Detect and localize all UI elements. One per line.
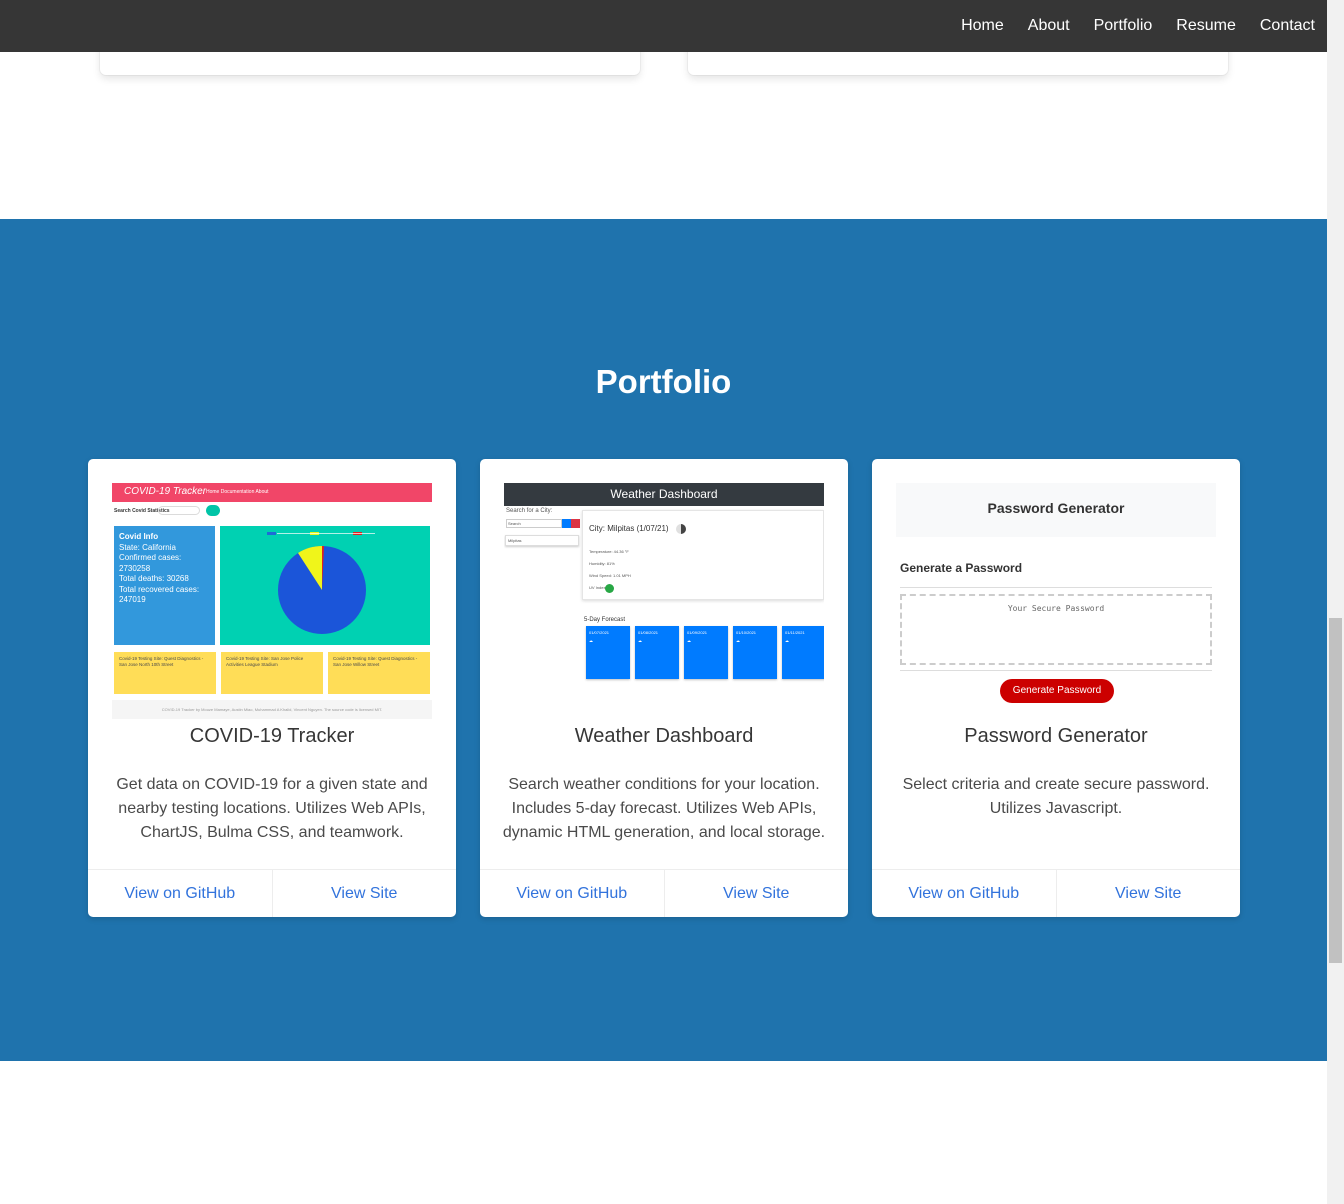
forecast-date: 01/10/2021 — [736, 630, 757, 635]
weather-thumbnail: Weather Dashboard Search for a City: Sea… — [504, 483, 824, 719]
nav-links: Home About Portfolio Resume Contact — [949, 0, 1327, 52]
weather-thumb-search-icon — [562, 519, 571, 528]
view-github-link[interactable]: View on GitHub — [480, 870, 664, 917]
weather-thumb-uv-badge — [605, 584, 614, 593]
cloud-icon: ☁ — [589, 638, 593, 643]
project-title: COVID-19 Tracker — [189, 725, 355, 747]
divider — [900, 670, 1212, 671]
weather-thumb-detail: Temperature: 44.36 °F — [589, 549, 629, 554]
view-site-link[interactable]: View Site — [663, 870, 849, 917]
covid-thumb-navbar: COVID-19 Tracker Home Documentation Abou… — [112, 483, 432, 502]
covid-thumb-footer: COVID-19 Tracker by Mouze Mamaye, Austin… — [112, 700, 432, 719]
page-scrollbar[interactable] — [1327, 0, 1344, 1204]
weather-thumb-current: City: Milpitas (1/07/21) Temperature: 44… — [582, 510, 824, 600]
covid-thumb-site-text: Covid-19 Testing Site: Quest Diagnostics… — [333, 656, 418, 667]
card-footer: View on GitHub View Site — [872, 869, 1240, 917]
covid-thumb-brand: COVID-19 Tracker — [124, 486, 207, 497]
password-thumb-header: Password Generator — [896, 483, 1216, 537]
covid-thumb-site-text: Covid-19 Testing Site: Quest Diagnostics… — [119, 656, 204, 667]
divider — [900, 587, 1212, 588]
covid-thumb-info-line: 2730258 — [119, 563, 151, 573]
covid-thumb-info-line: State: California — [119, 542, 176, 552]
password-thumb-subheader: Generate a Password — [900, 561, 1023, 575]
covid-thumb-input — [158, 506, 200, 515]
cloud-icon: ☁ — [785, 638, 789, 643]
weather-thumb-detail: UV Index: — [589, 585, 607, 590]
weather-thumb-cloud-icon — [676, 524, 686, 534]
password-thumbnail: Password Generator Generate a Password Y… — [896, 483, 1216, 719]
weather-thumb-detail: Wind Speed: 1.01 MPH — [589, 573, 631, 578]
portfolio-section: Portfolio COVID-19 Tracker Home Document… — [0, 219, 1327, 1061]
covid-thumb-info-title: Covid Info — [119, 532, 159, 541]
covid-thumb-site-card: Covid-19 Testing Site: Quest Diagnostics… — [114, 652, 216, 694]
covid-thumb-info-line: Total deaths: 30268 — [119, 574, 189, 583]
weather-thumb-detail: Humidity: 81% — [589, 561, 615, 566]
covid-thumb-nav: Home Documentation About — [206, 489, 269, 495]
cloud-icon: ☁ — [638, 638, 642, 643]
view-site-link[interactable]: View Site — [1055, 870, 1241, 917]
nav-about[interactable]: About — [1016, 17, 1082, 35]
weather-thumb-forecast-card: 01/09/2021 ☁ — [684, 626, 728, 679]
password-thumb-generate-button: Generate Password — [1000, 679, 1114, 703]
weather-thumb-city: City: Milpitas (1/07/21) — [589, 524, 669, 533]
card-footer: View on GitHub View Site — [480, 869, 848, 917]
project-card-weather: Weather Dashboard Search for a City: Sea… — [480, 459, 848, 917]
weather-thumb-forecast-title: 5-Day Forecast — [584, 617, 626, 623]
scrollbar-thumb[interactable] — [1329, 618, 1342, 963]
covid-thumbnail: COVID-19 Tracker Home Documentation Abou… — [112, 483, 432, 719]
covid-thumb-info-line: 247019 — [119, 595, 146, 604]
project-card-covid: COVID-19 Tracker Home Documentation Abou… — [88, 459, 456, 917]
forecast-date: 01/08/2021 — [638, 630, 659, 635]
project-description: Search weather conditions for your locat… — [502, 776, 826, 841]
nav-resume[interactable]: Resume — [1164, 17, 1248, 35]
cloud-icon: ☁ — [687, 638, 691, 643]
weather-thumb-search-input: Search — [506, 519, 562, 528]
cloud-icon: ☁ — [736, 638, 740, 643]
card-footer: View on GitHub View Site — [88, 869, 456, 917]
view-site-link[interactable]: View Site — [271, 870, 457, 917]
view-github-link[interactable]: View on GitHub — [872, 870, 1056, 917]
project-description: Select criteria and create secure passwo… — [902, 776, 1210, 817]
covid-thumb-site-text: Covid-19 Testing Site: San Jose Police A… — [226, 656, 304, 667]
weather-thumb-forecast-card: 01/11/2021 ☁ — [782, 626, 824, 679]
weather-thumb-clear-icon — [571, 519, 580, 528]
view-github-link[interactable]: View on GitHub — [88, 870, 272, 917]
weather-thumb-header: Weather Dashboard — [504, 483, 824, 506]
portfolio-title: Portfolio — [595, 363, 732, 400]
nav-portfolio[interactable]: Portfolio — [1082, 17, 1165, 35]
forecast-date: 01/07/2021 — [589, 630, 610, 635]
weather-thumb-search-label: Search for a City: — [506, 508, 553, 514]
nav-contact[interactable]: Contact — [1248, 17, 1327, 35]
covid-thumb-info-box: Covid Info State: California Confirmed c… — [114, 526, 215, 645]
covid-thumb-pie-chart — [267, 532, 375, 634]
nav-home[interactable]: Home — [949, 17, 1016, 35]
covid-thumb-search-icon — [206, 505, 220, 516]
weather-thumb-forecast-card: 01/08/2021 ☁ — [635, 626, 679, 679]
covid-thumb-chart-panel — [220, 526, 430, 645]
forecast-date: 01/11/2021 — [785, 630, 805, 635]
covid-thumb-info-line: Confirmed cases: — [119, 553, 182, 562]
top-navbar: Home About Portfolio Resume Contact — [0, 0, 1327, 52]
weather-thumb-forecast-card: 01/10/2021 ☁ — [733, 626, 777, 679]
project-title: Password Generator — [964, 725, 1148, 747]
project-description: Get data on COVID-19 for a given state a… — [116, 776, 428, 841]
project-card-password: Password Generator Generate a Password Y… — [872, 459, 1240, 917]
weather-thumb-forecast-card: 01/07/2021 ☁ — [586, 626, 630, 679]
forecast-date: 01/09/2021 — [687, 630, 708, 635]
password-thumb-output: Your Secure Password — [900, 594, 1212, 665]
covid-thumb-site-card: Covid-19 Testing Site: San Jose Police A… — [221, 652, 323, 694]
weather-thumb-sidebar: Search for a City: Search Milpitas — [504, 508, 582, 548]
weather-thumb-history-item: Milpitas — [505, 535, 579, 546]
project-title: Weather Dashboard — [574, 725, 754, 747]
covid-thumb-info-line: Total recovered cases: — [119, 584, 200, 594]
covid-thumb-site-card: Covid-19 Testing Site: Quest Diagnostics… — [328, 652, 430, 694]
